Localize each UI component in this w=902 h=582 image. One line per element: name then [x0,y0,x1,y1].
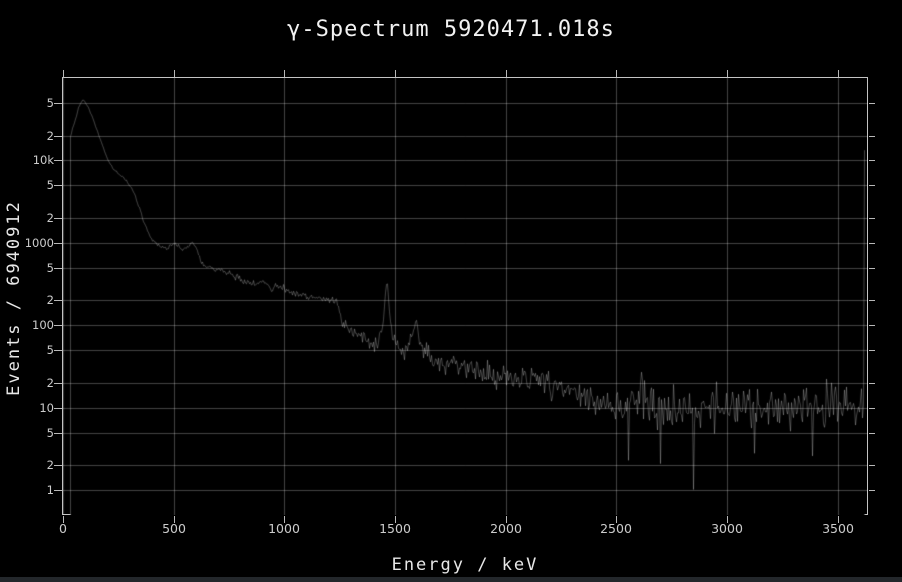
y-tick-label: 5 [0,344,54,356]
x-tick-label: 3500 [803,522,873,536]
y-tick-mark-right [869,160,875,161]
y-tick-label: 5 [0,427,54,439]
y-tick-mark [54,136,62,137]
y-tick-mark [54,243,62,244]
y-tick-mark-right [869,433,875,434]
y-tick-mark-right [869,350,875,351]
y-tick-mark [54,103,62,104]
y-tick-mark-right [869,243,875,244]
y-tick-mark [54,465,62,466]
x-axis-title: Energy / keV [392,555,539,575]
x-tick-label: 1000 [249,522,319,536]
x-tick-mark-top [506,70,507,77]
y-tick-mark-right [869,218,875,219]
app-window: γ-Spectrum 5920471.018s Events / 6940912… [0,0,902,582]
y-tick-label: 5 [0,97,54,109]
x-tick-label: 1500 [360,522,430,536]
y-tick-mark-right [869,268,875,269]
x-tick-mark-top [63,70,64,77]
x-tick-label: 2000 [471,522,541,536]
y-tick-mark [54,408,62,409]
y-tick-mark-right [869,465,875,466]
y-tick-mark [54,350,62,351]
y-tick-mark-right [869,490,875,491]
y-tick-label: 100 [0,319,54,331]
y-tick-mark [54,325,62,326]
y-tick-mark [54,160,62,161]
y-tick-label: 2 [0,130,54,142]
x-tick-label: 2500 [581,522,651,536]
y-tick-label: 5 [0,179,54,191]
y-tick-mark [54,185,62,186]
x-tick-mark-top [395,70,396,77]
spectrum-plot-area[interactable] [63,78,868,515]
y-tick-mark-right [869,103,875,104]
y-tick-mark [54,300,62,301]
y-tick-label: 10k [0,154,54,166]
y-tick-label: 2 [0,212,54,224]
x-tick-label: 3000 [692,522,762,536]
x-tick-label: 0 [28,522,98,536]
y-tick-mark-right [869,408,875,409]
chart-title: γ-Spectrum 5920471.018s [0,17,902,42]
x-tick-mark-top [727,70,728,77]
y-tick-mark [54,218,62,219]
y-tick-label: 1 [0,484,54,496]
x-tick-mark-top [616,70,617,77]
y-tick-mark [54,433,62,434]
y-tick-label: 2 [0,294,54,306]
y-tick-mark [54,490,62,491]
y-tick-mark-right [869,300,875,301]
y-tick-label: 2 [0,459,54,471]
y-tick-mark [54,383,62,384]
y-tick-mark [54,268,62,269]
x-tick-mark-top [174,70,175,77]
y-tick-label: 5 [0,262,54,274]
y-tick-mark-right [869,136,875,137]
y-tick-mark-right [869,325,875,326]
x-tick-mark-top [838,70,839,77]
x-tick-label: 500 [139,522,209,536]
y-tick-label: 10 [0,402,54,414]
y-tick-label: 2 [0,377,54,389]
y-tick-mark-right [869,185,875,186]
x-tick-mark-top [284,70,285,77]
y-tick-label: 1000 [0,237,54,249]
y-tick-mark-right [869,383,875,384]
window-bottom-edge [0,577,902,582]
